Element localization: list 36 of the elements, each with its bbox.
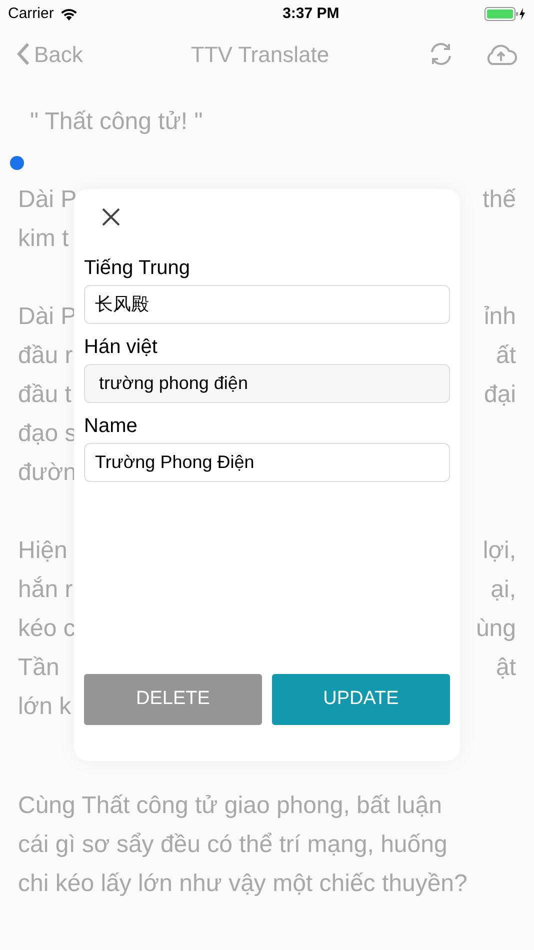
paragraph-text: đườn xyxy=(18,458,76,488)
battery-icon xyxy=(484,6,526,22)
paragraph-text: ất xyxy=(496,340,516,370)
paragraph-text: đầu t xyxy=(18,380,72,410)
paragraph-text: kim t xyxy=(18,224,69,254)
paragraph-text: chi kéo lấy lớn như vậy một chiếc thuyền? xyxy=(18,869,468,899)
paragraph-text: Tần xyxy=(18,652,60,682)
paragraph-text: Hiện xyxy=(18,536,68,566)
text-field[interactable]: 长风殿 xyxy=(84,285,450,324)
field-label: Name xyxy=(84,414,138,439)
paragraph-text: hắn r xyxy=(18,574,73,604)
field-label: Tiếng Trung xyxy=(84,256,191,281)
clock-time: 3:37 PM xyxy=(282,4,340,24)
nav-title: TTV Translate xyxy=(190,40,330,68)
paragraph-text: Cùng Thất công tử giao phong, bất luận xyxy=(18,791,443,821)
quote-text: " Thất công tử! " xyxy=(29,107,204,137)
carrier-label: Carrier xyxy=(8,4,54,24)
paragraph-text: ùng xyxy=(476,614,516,644)
paragraph-text: Dài P xyxy=(18,184,77,214)
back-chevron-icon xyxy=(16,42,30,66)
paragraph-text: ại, xyxy=(490,574,516,604)
paragraph-text: đầu r xyxy=(18,340,73,370)
refresh-icon[interactable] xyxy=(428,41,454,67)
text-field[interactable]: Trường Phong Điện xyxy=(84,443,450,482)
paragraph-text: thế xyxy=(482,184,516,214)
paragraph-text: lợi, xyxy=(482,536,516,566)
paragraph-text: cái gì sơ sẩy đều có thể trí mạng, huống xyxy=(18,830,448,860)
paragraph-text: ật xyxy=(496,652,516,682)
paragraph-text: lớn k xyxy=(18,692,72,722)
paragraph-text: ỉnh xyxy=(484,302,516,332)
wifi-icon xyxy=(60,8,78,20)
field-label: Hán việt xyxy=(84,335,158,360)
paragraph-text: kéo c xyxy=(18,614,76,644)
paragraph-text: đại xyxy=(484,380,516,410)
close-icon[interactable] xyxy=(101,207,121,227)
selection-handle[interactable] xyxy=(10,156,24,170)
